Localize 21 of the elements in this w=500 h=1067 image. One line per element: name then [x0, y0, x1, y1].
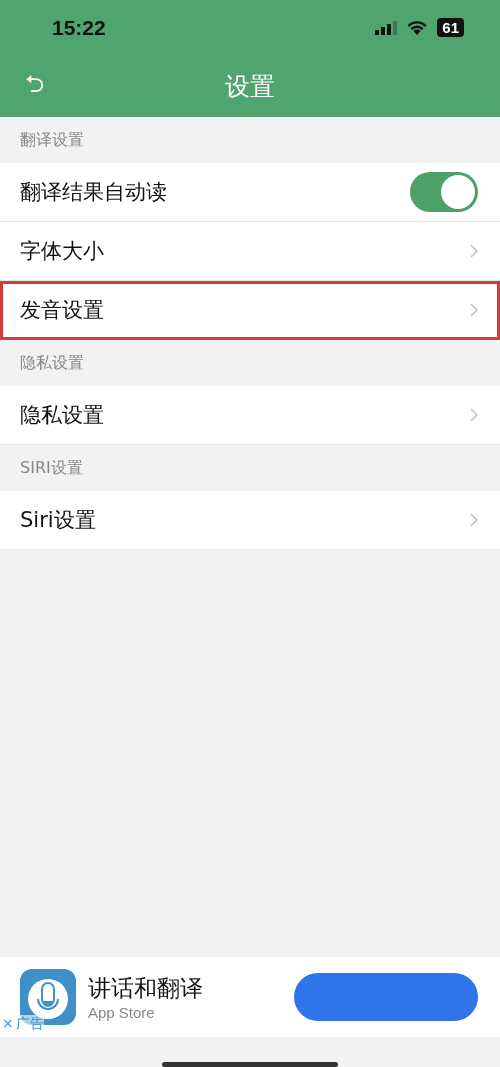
section-header: 翻译设置 [19, 128, 85, 151]
settings-row[interactable]: 发音设置 [0, 281, 500, 340]
settings-row[interactable]: Siri设置 [0, 491, 500, 550]
section-header: SIRI设置 [19, 456, 84, 479]
wifi-icon [407, 20, 428, 35]
status-time: 15:22 [52, 15, 106, 40]
section-header: 隐私设置 [19, 351, 85, 374]
battery-indicator: 61 [437, 18, 464, 37]
settings-row[interactable]: 隐私设置 [0, 386, 500, 445]
chevron-right-icon [470, 513, 478, 527]
toggle-switch[interactable] [410, 172, 478, 212]
chevron-right-icon [470, 303, 478, 317]
app-name: 讲话和翻译 [88, 974, 204, 1003]
signal-icon [375, 20, 398, 35]
page-title: 设置 [225, 70, 275, 103]
chevron-right-icon [470, 408, 478, 422]
settings-row[interactable]: 字体大小 [0, 222, 500, 281]
store-label: App Store [88, 1004, 156, 1021]
chevron-right-icon [470, 244, 478, 258]
install-button[interactable] [294, 973, 478, 1021]
settings-row[interactable]: 翻译结果自动读 [0, 163, 500, 222]
